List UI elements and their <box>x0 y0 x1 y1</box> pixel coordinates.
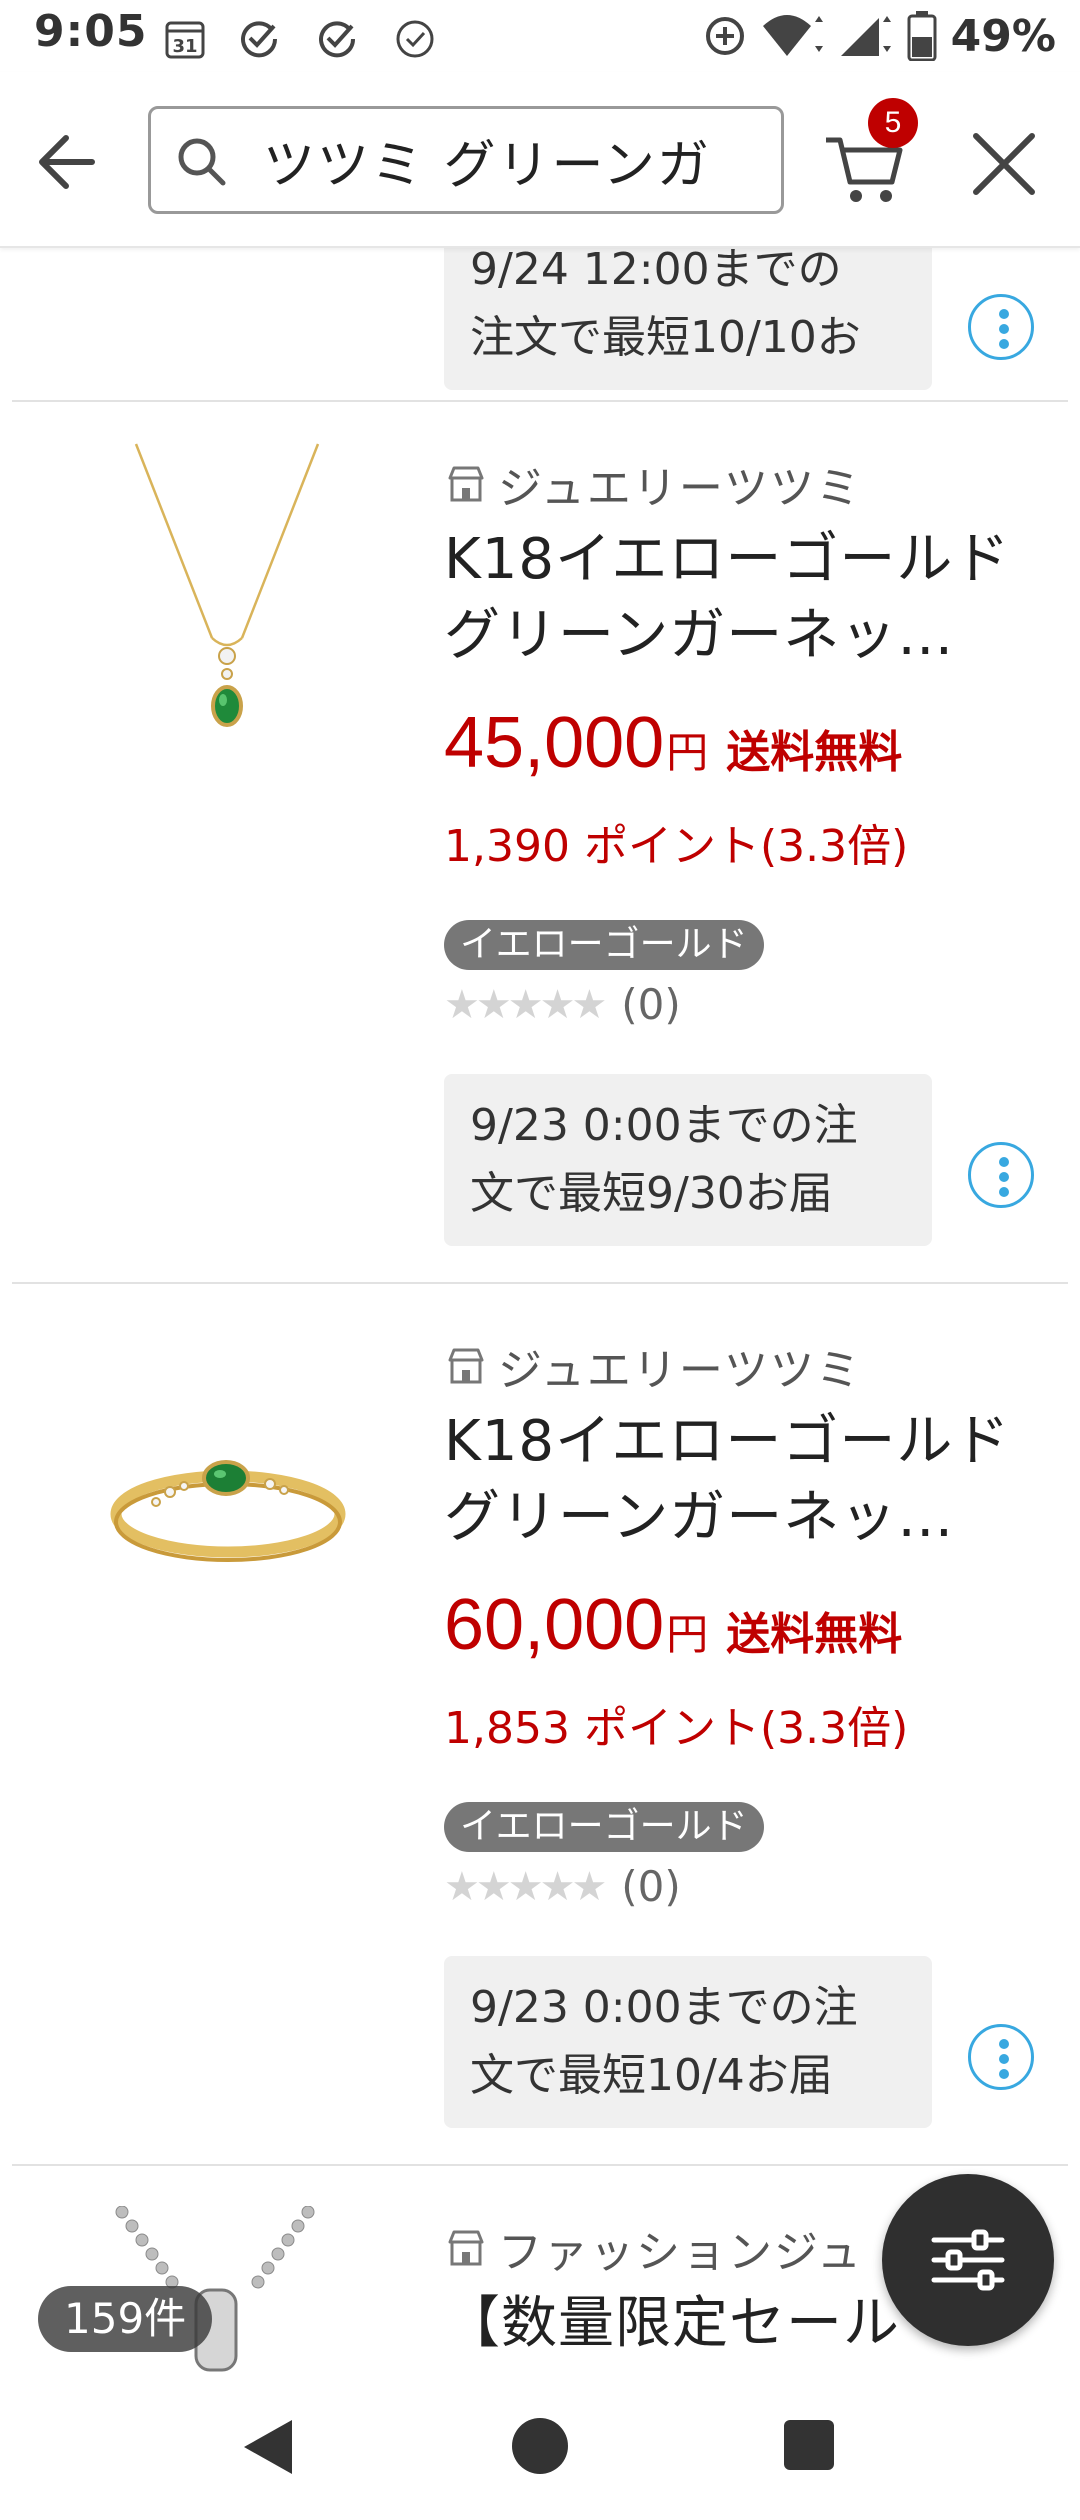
ring-image[interactable] <box>60 1344 400 1684</box>
search-results-list: 9/24 12:00までの 注文で最短10/10お ジュエリーツツミ K18イエ… <box>0 248 1080 2372</box>
svg-text:31: 31 <box>172 36 197 57</box>
search-header: ツツミ グリーンガ 5 <box>0 72 1080 248</box>
product-card[interactable]: ジュエリーツツミ K18イエローゴールド グリーンガーネッ… 60,000 円 … <box>0 1284 1080 2164</box>
delivery-info: 9/24 12:00までの 注文で最短10/10お <box>444 248 932 390</box>
price-row: 60,000 円 送料無料 <box>444 1584 902 1666</box>
product-title-line[interactable]: グリーンガーネッ… <box>444 598 1054 674</box>
check-circle-icon <box>241 21 278 58</box>
check-circle-outline-icon <box>396 20 434 58</box>
back-arrow-icon[interactable] <box>30 122 110 202</box>
shop-icon <box>448 466 484 502</box>
status-indicators: 49% <box>703 10 1056 62</box>
filter-button[interactable] <box>882 2174 1054 2346</box>
delivery-text: 9/23 0:00までの注 <box>470 1100 858 1151</box>
points-text: 1,853 ポイント(3.3倍) <box>444 1703 909 1754</box>
rating-row[interactable]: ★★★★★ (0) <box>444 980 681 1029</box>
result-count-badge: 159件 <box>38 2286 213 2352</box>
data-saver-icon <box>705 17 744 55</box>
product-title-line[interactable]: K18イエローゴールド <box>444 1404 1054 1480</box>
points-text: 1,390 ポイント(3.3倍) <box>444 821 909 872</box>
search-query-text[interactable]: ツツミ グリーンガ <box>263 123 711 198</box>
shop-name[interactable]: ファッションジュ <box>498 2216 863 2280</box>
battery-percent: 49% <box>950 10 1056 62</box>
variant-tag: イエローゴールド <box>444 1802 764 1852</box>
shop-name[interactable]: ジュエリーツツミ <box>498 452 862 516</box>
battery-icon <box>907 11 937 61</box>
system-nav-bar <box>0 2372 1080 2520</box>
delivery-text: 注文で最短10/10お <box>470 312 861 363</box>
review-count[interactable]: (0) <box>621 980 681 1029</box>
cart-count-badge: 5 <box>868 98 918 148</box>
sliders-icon <box>931 2229 1005 2291</box>
status-bar: 9:05 31 49% <box>0 0 1080 72</box>
delivery-text: 文で最短9/30お届 <box>470 1168 833 1219</box>
more-options-icon[interactable] <box>968 1142 1034 1208</box>
calendar-icon: 31 <box>165 21 205 59</box>
variant-tag: イエローゴールド <box>444 920 764 970</box>
review-count[interactable]: (0) <box>621 1862 681 1911</box>
more-options-icon[interactable] <box>968 2024 1034 2090</box>
nav-recents-icon[interactable] <box>784 2420 834 2470</box>
delivery-text: 文で最短10/4お届 <box>470 2050 833 2101</box>
search-icon <box>178 138 226 186</box>
close-icon[interactable] <box>966 126 1042 202</box>
delivery-info: 9/23 0:00までの注 文で最短9/30お届 <box>444 1074 932 1246</box>
nav-back-icon[interactable] <box>240 2418 296 2476</box>
shop-row[interactable]: ジュエリーツツミ <box>444 1334 862 1398</box>
shop-icon <box>448 1348 484 1384</box>
rating-row[interactable]: ★★★★★ (0) <box>444 1862 681 1911</box>
price: 45,000 <box>444 703 665 783</box>
product-title[interactable]: K18イエローゴールド グリーンガーネッ… <box>444 1404 1054 1556</box>
check-circle-icon <box>319 21 356 58</box>
nav-home-icon[interactable] <box>512 2418 568 2474</box>
search-input[interactable]: ツツミ グリーンガ <box>148 106 784 214</box>
shop-row[interactable]: ジュエリーツツミ <box>444 452 862 516</box>
shop-icon <box>448 2230 484 2266</box>
delivery-text: 9/24 12:00までの <box>470 248 842 295</box>
more-options-icon[interactable] <box>968 294 1034 360</box>
yen-unit: 円 <box>666 728 709 777</box>
free-shipping-label: 送料無料 <box>726 1609 903 1660</box>
shop-name[interactable]: ジュエリーツツミ <box>498 1334 862 1398</box>
price: 60,000 <box>444 1585 665 1665</box>
necklace-image[interactable] <box>60 442 400 782</box>
product-title-line[interactable]: K18イエローゴールド <box>444 522 1054 598</box>
delivery-text: 9/23 0:00までの注 <box>470 1982 858 2033</box>
shop-row[interactable]: ファッションジュ <box>444 2216 863 2280</box>
wifi-icon <box>762 15 823 56</box>
rating-stars: ★★★★★ <box>444 1863 607 1910</box>
rating-stars: ★★★★★ <box>444 981 607 1028</box>
cellular-signal-icon <box>840 16 891 56</box>
product-title[interactable]: K18イエローゴールド グリーンガーネッ… <box>444 522 1054 674</box>
free-shipping-label: 送料無料 <box>726 727 903 778</box>
yen-unit: 円 <box>666 1610 709 1659</box>
price-row: 45,000 円 送料無料 <box>444 702 902 784</box>
delivery-info: 9/23 0:00までの注 文で最短10/4お届 <box>444 1956 932 2128</box>
product-card[interactable]: ジュエリーツツミ K18イエローゴールド グリーンガーネッ… 45,000 円 … <box>0 402 1080 1282</box>
status-time: 9:05 <box>34 6 148 57</box>
product-title-line[interactable]: グリーンガーネッ… <box>444 1480 1054 1556</box>
